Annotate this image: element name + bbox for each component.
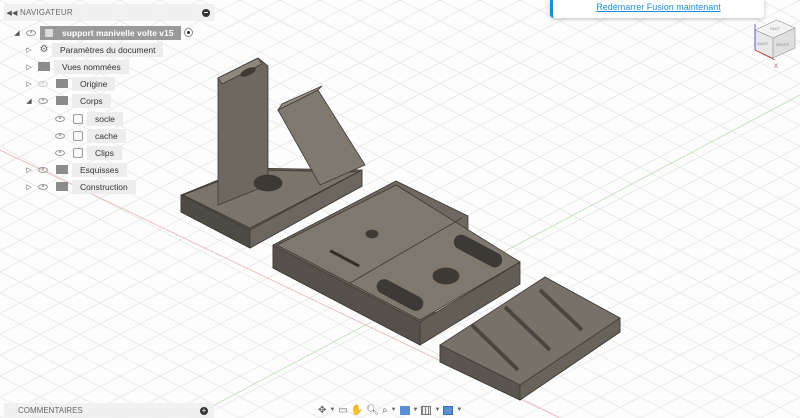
expand-icon[interactable]: ▷ — [24, 80, 34, 88]
item-label: cache — [87, 128, 126, 143]
tree-item-corps[interactable]: ◢ Corps — [24, 93, 111, 108]
axis-x-label: X — [774, 64, 778, 70]
viewports-icon[interactable] — [443, 405, 454, 415]
viewcube-right[interactable]: DROITE — [776, 43, 790, 47]
eye-icon[interactable] — [38, 97, 48, 104]
eye-icon[interactable] — [55, 132, 65, 139]
gear-icon: ⚙ — [39, 44, 49, 55]
notification-toast: Redémarrer Fusion maintenant — [550, 0, 764, 18]
chevron-down-icon[interactable]: ▼ — [413, 407, 419, 413]
zoom-window-icon[interactable]: ⌕ — [382, 405, 388, 416]
tree-item-esquisses[interactable]: ▷ Esquisses — [24, 162, 127, 177]
item-label: Corps — [72, 93, 111, 108]
folder-icon — [38, 62, 50, 71]
item-label: Vues nommées — [54, 59, 129, 74]
item-label: Origine — [72, 76, 116, 91]
eye-icon[interactable] — [38, 80, 48, 87]
tree-item-socle[interactable]: socle — [51, 111, 123, 126]
restart-link[interactable]: Redémarrer Fusion maintenant — [596, 2, 721, 12]
chevron-down-icon[interactable]: ▼ — [434, 407, 440, 413]
expand-icon[interactable]: ▷ — [24, 166, 34, 174]
expanded-icon[interactable]: ◢ — [12, 29, 22, 37]
expanded-icon[interactable]: ◢ — [24, 97, 34, 105]
document-icon — [44, 27, 54, 38]
item-label: Clips — [87, 145, 122, 160]
tree-item-construction[interactable]: ▷ Construction — [24, 179, 136, 194]
active-radio[interactable] — [184, 28, 194, 37]
eye-icon[interactable] — [26, 29, 36, 36]
root-label: support manivelle volte v15 — [62, 27, 174, 38]
tree-item-clips[interactable]: Clips — [51, 145, 122, 160]
tree-item-origine[interactable]: ▷ Origine — [24, 76, 116, 91]
viewcube-top[interactable]: HAUT — [770, 27, 780, 31]
body-icon — [73, 147, 83, 158]
body-icon — [73, 113, 83, 124]
expand-icon[interactable]: ▷ — [24, 63, 34, 71]
display-mode-icon[interactable] — [399, 405, 410, 415]
item-label: Paramètres du document — [52, 42, 164, 57]
collapse-icon[interactable]: ◀◀ — [4, 9, 20, 17]
expand-icon[interactable]: ▷ — [24, 46, 34, 54]
item-label: Construction — [72, 179, 136, 194]
look-at-icon[interactable]: ▭ — [338, 405, 347, 416]
pan-icon[interactable]: ✋ — [351, 405, 363, 416]
add-comment-icon[interactable]: + — [200, 407, 208, 415]
navigation-toolbar: ✥ ▼ ▭ ✋ 🔍︎ ⌕ ▼ ▼ ▼ ▼ — [318, 402, 462, 418]
body-icon — [73, 130, 83, 141]
item-label: Esquisses — [72, 162, 127, 177]
tree-item-vues[interactable]: ▷ Vues nommées — [24, 59, 129, 74]
eye-icon[interactable] — [55, 149, 65, 156]
item-label: socle — [87, 111, 123, 126]
viewcube-front[interactable]: AVANT — [757, 42, 769, 46]
navigator-title: NAVIGATEUR — [20, 8, 73, 17]
chevron-down-icon[interactable]: ▼ — [456, 407, 462, 413]
chevron-down-icon[interactable]: ▼ — [391, 407, 397, 413]
expand-icon[interactable]: ▷ — [24, 183, 34, 191]
folder-icon — [56, 79, 68, 88]
tree-item-parametres[interactable]: ▷ ⚙ Paramètres du document — [24, 42, 164, 57]
comments-title: COMMENTAIRES — [18, 406, 83, 415]
orbit-icon[interactable]: ✥ — [318, 405, 326, 416]
chevron-down-icon[interactable]: ▼ — [329, 407, 335, 413]
tree-root[interactable]: ◢ support manivelle volte v15 — [12, 25, 194, 40]
eye-icon[interactable] — [38, 183, 48, 190]
comments-panel[interactable]: COMMENTAIRES + — [4, 403, 214, 418]
folder-icon — [56, 182, 68, 191]
folder-icon — [56, 165, 68, 174]
tree-item-cache[interactable]: cache — [51, 128, 126, 143]
minimize-icon[interactable] — [202, 8, 210, 17]
navigator-header: ◀◀ NAVIGATEUR — [4, 4, 214, 21]
eye-icon[interactable] — [55, 115, 65, 122]
zoom-icon[interactable]: 🔍︎ — [366, 405, 379, 416]
grid-icon[interactable] — [421, 405, 432, 415]
eye-icon[interactable] — [38, 166, 48, 173]
folder-icon — [56, 96, 68, 105]
